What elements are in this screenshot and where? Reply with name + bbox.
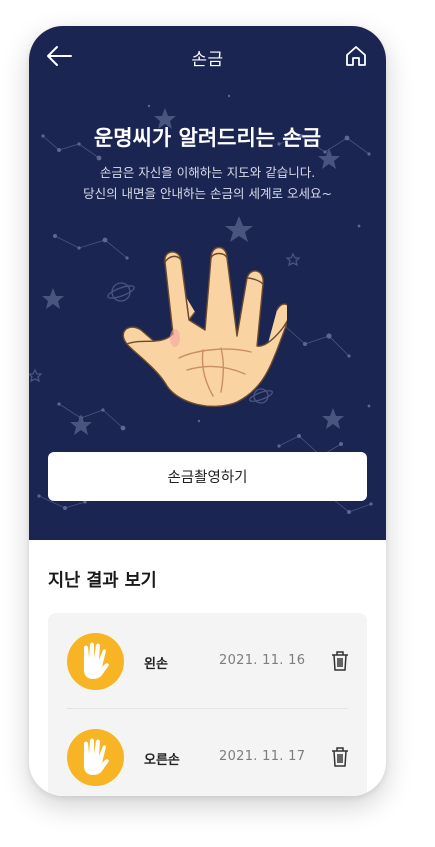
past-results-list: 왼손 2021. 11. 16 오른손 2021. 11. 17: [48, 613, 367, 796]
hand-icon: [84, 738, 109, 775]
trash-icon: [332, 651, 348, 671]
thumb-shadow: [170, 329, 180, 347]
home-icon: [346, 46, 366, 66]
trash-icon: [332, 747, 348, 767]
result-date: 2021. 11. 16: [219, 653, 306, 668]
hero-subtext-line-1: 손금은 자신을 이해하는 지도와 같습니다.: [99, 165, 316, 180]
list-item[interactable]: 왼손 2021. 11. 16: [48, 613, 367, 709]
palm-hand-illustration: [122, 246, 287, 408]
result-date: 2021. 11. 17: [219, 749, 306, 764]
delete-button[interactable]: [330, 746, 350, 768]
hero-headline: 운명씨가 알려드리는 손금: [93, 126, 322, 150]
hand-avatar: [67, 729, 124, 786]
phone-screen: 손금 운명씨가 알려드리는 손금 손금은 자신을 이해하는 지도와 같습니다. …: [29, 26, 386, 796]
list-item[interactable]: 오른손 2021. 11. 17: [48, 709, 367, 796]
hand-avatar: [67, 633, 124, 690]
top-bar: 손금: [29, 26, 386, 86]
delete-button[interactable]: [330, 650, 350, 672]
hero-section: 손금 운명씨가 알려드리는 손금 손금은 자신을 이해하는 지도와 같습니다. …: [29, 26, 386, 540]
hand-label: 왼손: [144, 657, 168, 672]
hand-label: 오른손: [144, 753, 180, 768]
page-title: 손금: [191, 50, 224, 70]
home-button[interactable]: [344, 44, 368, 68]
hero-subtext-line-2: 당신의 내면을 안내하는 손금의 세계로 오세요~: [83, 186, 332, 201]
past-results-title: 지난 결과 보기: [48, 571, 157, 591]
hand-icon: [84, 642, 109, 679]
capture-palm-button[interactable]: 손금촬영하기: [48, 452, 367, 501]
hero-subtext: 손금은 자신을 이해하는 지도와 같습니다. 당신의 내면을 안내하는 손금의 …: [29, 162, 386, 204]
